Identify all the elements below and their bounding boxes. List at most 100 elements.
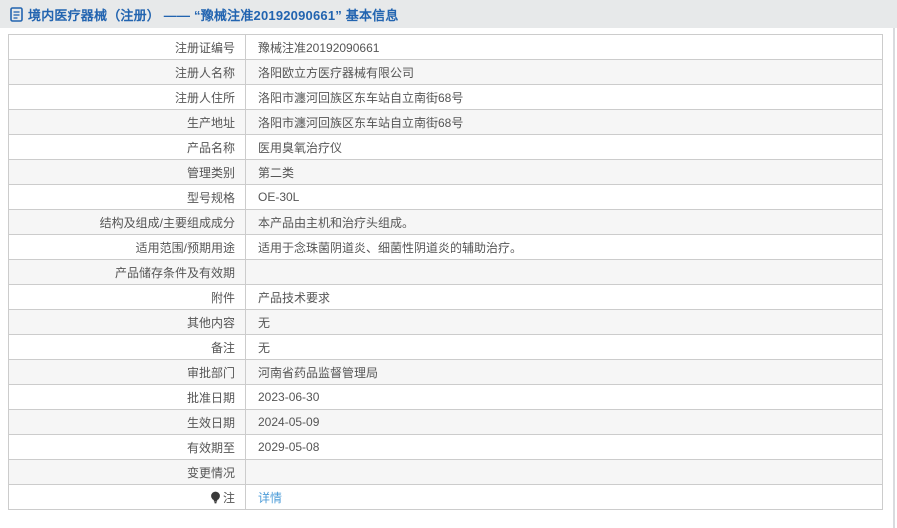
table-row: 产品名称 医用臭氧治疗仪 <box>8 134 883 160</box>
row-value: 洛阳市瀍河回族区东车站自立南街68号 <box>245 84 883 110</box>
row-label-text: 适用范围/预期用途 <box>135 240 235 255</box>
row-label: 备注 <box>8 334 246 360</box>
row-label-text: 其他内容 <box>186 315 235 330</box>
table-row: 产品储存条件及有效期 <box>8 259 883 285</box>
row-label-text: 生产地址 <box>186 115 235 130</box>
row-value-text: 洛阳市瀍河回族区东车站自立南街68号 <box>258 115 464 130</box>
row-label-text: 结构及组成/主要组成成分 <box>99 215 235 230</box>
table-row: 结构及组成/主要组成成分 本产品由主机和治疗头组成。 <box>8 209 883 235</box>
table-row: 型号规格 OE-30L <box>8 184 883 210</box>
row-label-text: 注册人住所 <box>174 90 235 105</box>
row-label-text: 备注 <box>210 340 235 355</box>
document-icon <box>10 7 23 22</box>
table-row: 注册人名称 洛阳欧立方医疗器械有限公司 <box>8 59 883 85</box>
page: 境内医疗器械（注册） —— “豫械注准20192090661” 基本信息 注册证… <box>0 0 897 528</box>
table-row: 审批部门 河南省药品监督管理局 <box>8 359 883 385</box>
table-row: 适用范围/预期用途 适用于念珠菌阴道炎、细菌性阴道炎的辅助治疗。 <box>8 234 883 260</box>
row-label: 产品名称 <box>8 134 246 160</box>
header-bar: 境内医疗器械（注册） —— “豫械注准20192090661” 基本信息 <box>0 0 897 28</box>
row-label: 产品储存条件及有效期 <box>8 259 246 285</box>
table-row: 其他内容 无 <box>8 309 883 335</box>
scrollbar[interactable] <box>893 28 895 528</box>
row-value-text: 豫械注准20192090661 <box>258 40 380 55</box>
row-label: 生产地址 <box>8 109 246 135</box>
row-value <box>245 259 883 285</box>
page-title: 境内医疗器械（注册） —— “豫械注准20192090661” 基本信息 <box>28 7 399 23</box>
row-value-text: 2024-05-09 <box>258 415 320 429</box>
table-row: 生效日期 2024-05-09 <box>8 409 883 435</box>
table-row: 批准日期 2023-06-30 <box>8 384 883 410</box>
row-value: 洛阳市瀍河回族区东车站自立南街68号 <box>245 109 883 135</box>
row-label-text: 注 <box>222 490 235 505</box>
row-value: 2023-06-30 <box>245 384 883 410</box>
row-label: 变更情况 <box>8 459 246 485</box>
row-value: 产品技术要求 <box>245 284 883 310</box>
row-value-text: 洛阳市瀍河回族区东车站自立南街68号 <box>258 90 464 105</box>
row-label-text: 管理类别 <box>186 165 235 180</box>
table-row: 生产地址 洛阳市瀍河回族区东车站自立南街68号 <box>8 109 883 135</box>
row-label: 型号规格 <box>8 184 246 210</box>
table-row: 变更情况 <box>8 459 883 485</box>
registration-info-table: 注册证编号 豫械注准20192090661 注册人名称 洛阳欧立方医疗器械有限公司 注册… <box>8 34 883 510</box>
row-label: 注册人住所 <box>8 84 246 110</box>
row-value-text: 洛阳欧立方医疗器械有限公司 <box>258 65 415 80</box>
row-value: 医用臭氧治疗仪 <box>245 134 883 160</box>
row-value-text: 2023-06-30 <box>258 390 320 404</box>
row-value-text: 第二类 <box>258 165 295 180</box>
row-value-text: 本产品由主机和治疗头组成。 <box>258 215 415 230</box>
row-label: 注册证编号 <box>8 34 246 60</box>
row-label: 有效期至 <box>8 434 246 460</box>
row-label: 注 <box>8 484 246 510</box>
row-value <box>245 459 883 485</box>
row-label-text: 注册人名称 <box>174 65 235 80</box>
row-label-text: 产品储存条件及有效期 <box>114 265 235 280</box>
table-row: 注册证编号 豫械注准20192090661 <box>8 34 883 60</box>
row-label-text: 变更情况 <box>186 465 235 480</box>
row-value: 详情 <box>245 484 883 510</box>
row-label: 附件 <box>8 284 246 310</box>
row-value: 本产品由主机和治疗头组成。 <box>245 209 883 235</box>
row-label: 批准日期 <box>8 384 246 410</box>
row-value: 第二类 <box>245 159 883 185</box>
table-row: 附件 产品技术要求 <box>8 284 883 310</box>
row-label-text: 型号规格 <box>186 190 235 205</box>
row-value-text: 医用臭氧治疗仪 <box>258 140 343 155</box>
row-value-text: 产品技术要求 <box>258 290 331 305</box>
row-label-text: 产品名称 <box>186 140 235 155</box>
detail-link[interactable]: 详情 <box>258 491 282 505</box>
row-label: 审批部门 <box>8 359 246 385</box>
row-label: 管理类别 <box>8 159 246 185</box>
row-label-text: 附件 <box>210 290 235 305</box>
row-value-text: 无 <box>258 315 271 330</box>
table-row: 备注 无 <box>8 334 883 360</box>
row-value: 适用于念珠菌阴道炎、细菌性阴道炎的辅助治疗。 <box>245 234 883 260</box>
row-label-text: 生效日期 <box>186 415 235 430</box>
row-label: 生效日期 <box>8 409 246 435</box>
table-row: 有效期至 2029-05-08 <box>8 434 883 460</box>
bulb-icon <box>210 491 221 504</box>
row-label-text: 注册证编号 <box>174 40 235 55</box>
row-value: 无 <box>245 309 883 335</box>
row-label-text: 审批部门 <box>186 365 235 380</box>
table-row: 注 详情 <box>8 484 883 510</box>
row-value-text: 2029-05-08 <box>258 440 320 454</box>
row-value: 洛阳欧立方医疗器械有限公司 <box>245 59 883 85</box>
row-value: 2029-05-08 <box>245 434 883 460</box>
row-value: 河南省药品监督管理局 <box>245 359 883 385</box>
row-value-text: 河南省药品监督管理局 <box>258 365 379 380</box>
row-label-text: 有效期至 <box>186 440 235 455</box>
row-value: 豫械注准20192090661 <box>245 34 883 60</box>
row-value-text: 适用于念珠菌阴道炎、细菌性阴道炎的辅助治疗。 <box>258 240 523 255</box>
row-label: 注册人名称 <box>8 59 246 85</box>
table-row: 注册人住所 洛阳市瀍河回族区东车站自立南街68号 <box>8 84 883 110</box>
row-value-text: OE-30L <box>258 190 300 204</box>
row-value-text: 无 <box>258 340 271 355</box>
row-value: 2024-05-09 <box>245 409 883 435</box>
table-row: 管理类别 第二类 <box>8 159 883 185</box>
row-label: 其他内容 <box>8 309 246 335</box>
row-label: 结构及组成/主要组成成分 <box>8 209 246 235</box>
row-value: OE-30L <box>245 184 883 210</box>
row-label-text: 批准日期 <box>186 390 235 405</box>
row-label: 适用范围/预期用途 <box>8 234 246 260</box>
row-value: 无 <box>245 334 883 360</box>
